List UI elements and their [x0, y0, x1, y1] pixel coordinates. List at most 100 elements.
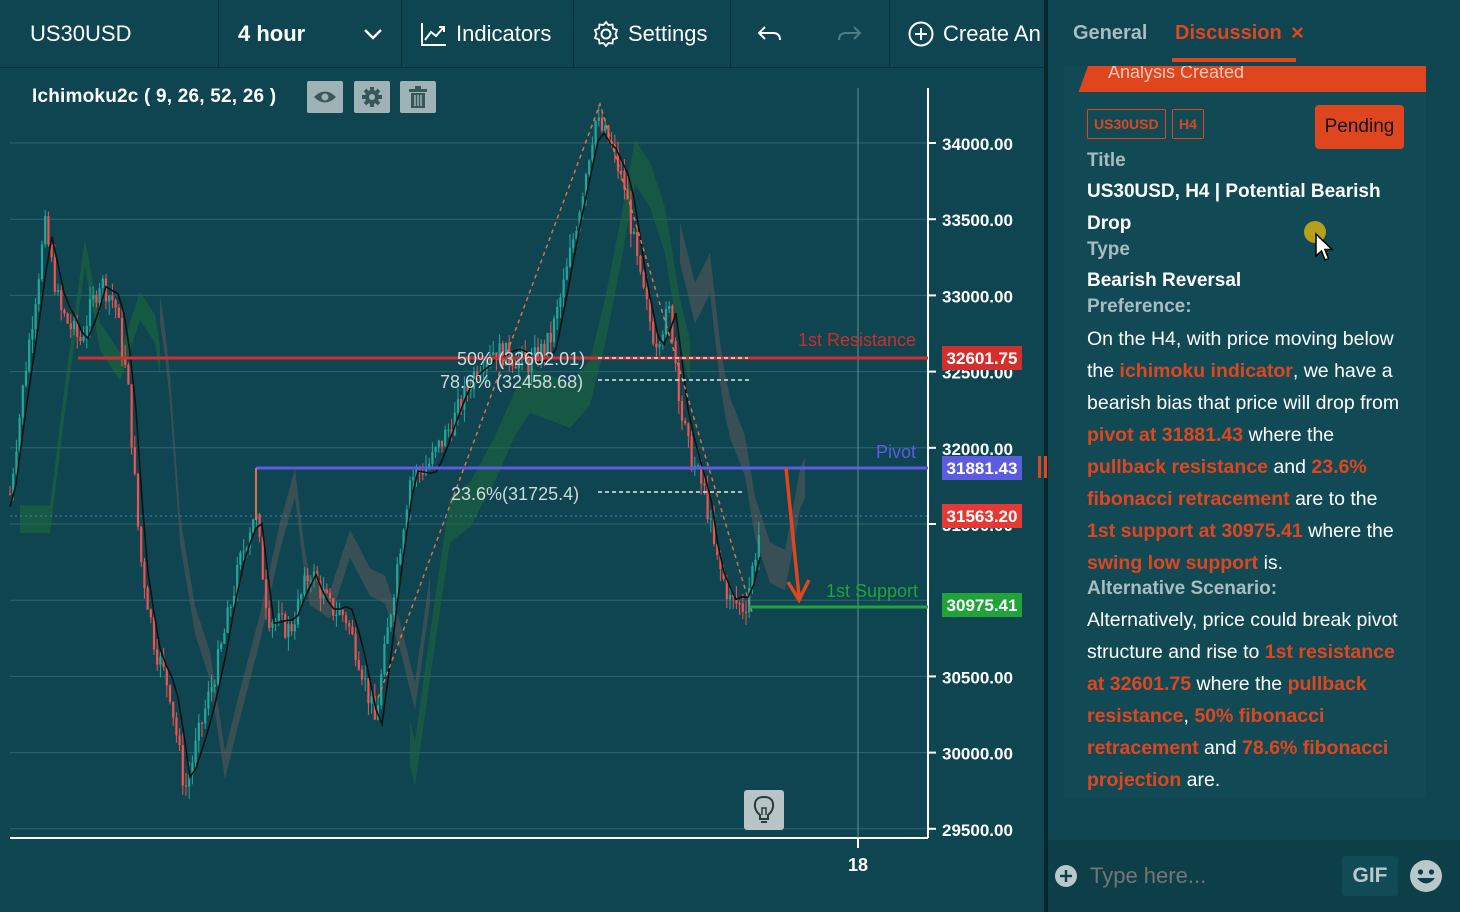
toggle-visibility-button[interactable]	[307, 81, 343, 113]
candle-body	[143, 562, 146, 588]
symbol-selector[interactable]: US30USD	[0, 0, 219, 68]
cloud-segment	[410, 139, 690, 787]
candle-body	[156, 649, 159, 665]
candle-body	[709, 518, 712, 520]
candle-body	[658, 343, 661, 348]
candle-body	[204, 708, 207, 724]
candle-body	[447, 429, 450, 431]
candle-body	[114, 300, 117, 308]
tab-general[interactable]: General	[1073, 22, 1147, 45]
candle-body	[456, 399, 460, 413]
symbol-label: US30USD	[30, 21, 132, 46]
candle-body	[184, 785, 188, 787]
redo-button[interactable]	[809, 0, 890, 68]
timeframe-label: 4 hour	[238, 21, 306, 46]
candle-body	[357, 659, 360, 670]
app-root: US30USD 4 hour Indicators Settings Creat…	[0, 0, 1460, 912]
candle-body	[229, 606, 232, 609]
candle-body	[284, 614, 287, 638]
gear-icon	[593, 20, 619, 48]
candle-body	[668, 305, 671, 309]
panel-tabs: General Discussion ×	[1048, 0, 1460, 66]
highlight-span: swing low support	[1087, 552, 1259, 574]
candle-body	[552, 318, 556, 343]
indicator-settings-button[interactable]	[354, 81, 390, 113]
status-badge[interactable]: Pending	[1315, 105, 1404, 149]
candle-body	[47, 216, 50, 245]
candle-body	[600, 117, 604, 131]
chart-canvas[interactable]: 34000.0033500.0033000.0032500.0032000.00…	[0, 68, 1044, 912]
settings-label: Settings	[628, 21, 708, 46]
redo-icon	[838, 26, 862, 41]
indicators-label: Indicators	[456, 21, 552, 46]
candle-body	[101, 278, 104, 289]
candle-body	[220, 643, 223, 650]
title-label: Title	[1087, 150, 1126, 171]
candle-body	[383, 643, 386, 675]
candle-body	[8, 493, 12, 495]
resistance-price-text: 32601.75	[947, 349, 1018, 368]
candle-body	[674, 341, 677, 363]
candle-body	[386, 627, 389, 644]
candle-body	[271, 622, 274, 628]
candle-body	[389, 615, 392, 628]
candle-body	[44, 216, 47, 245]
candle-body	[60, 290, 63, 310]
tab-discussion[interactable]: Discussion	[1175, 22, 1282, 45]
text-span: are to the	[1289, 488, 1378, 510]
candle-body	[556, 306, 559, 319]
type-label: Type	[1087, 239, 1130, 260]
candle-body	[287, 624, 290, 638]
idea-button[interactable]	[744, 790, 784, 830]
candle-body	[328, 592, 332, 599]
candle-body	[680, 400, 684, 421]
emoji-icon[interactable]	[1409, 859, 1443, 893]
gif-button[interactable]: GIF	[1342, 856, 1398, 896]
candle-body	[303, 575, 306, 595]
candle-body	[412, 476, 415, 481]
candle-body	[28, 339, 31, 371]
candle-body	[216, 649, 220, 685]
candle-body	[690, 436, 693, 471]
support-label: 1st Support	[826, 581, 918, 601]
alternative-label: Alternative Scenario:	[1087, 578, 1278, 599]
highlight-span: 1st support at 30975.41	[1087, 520, 1303, 542]
candle-body	[325, 589, 328, 593]
settings-button[interactable]: Settings	[574, 0, 731, 68]
undo-button[interactable]	[731, 0, 809, 68]
timeframe-dropdown[interactable]: 4 hour	[219, 0, 402, 68]
symbol-tag[interactable]: US30USD	[1087, 109, 1166, 139]
candle-body	[252, 519, 255, 533]
indicators-button[interactable]: Indicators	[402, 0, 574, 68]
delete-indicator-button[interactable]	[400, 81, 436, 113]
candle-body	[664, 308, 668, 335]
candle-body	[655, 343, 658, 348]
add-attachment-icon[interactable]	[1054, 864, 1078, 888]
candle-body	[66, 313, 69, 324]
message-input[interactable]	[1090, 860, 1330, 892]
candle-body	[95, 294, 98, 303]
candle-body	[200, 722, 204, 724]
close-tab-icon[interactable]: ×	[1291, 20, 1304, 46]
pivot-label: Pivot	[876, 442, 916, 462]
candle-body	[149, 609, 152, 618]
text-span: where the	[1191, 673, 1288, 695]
fib-236-label: 23.6%(31725.4)	[451, 484, 579, 504]
analysis-type: Bearish Reversal	[1087, 270, 1242, 291]
text-span: where the	[1243, 424, 1335, 446]
candle-body	[140, 526, 143, 563]
candle-body	[226, 607, 229, 633]
undo-icon	[757, 26, 781, 41]
timeframe-tag[interactable]: H4	[1172, 109, 1204, 139]
text-span: and	[1268, 456, 1312, 478]
candle-body	[168, 685, 172, 702]
candle-body	[703, 483, 706, 486]
candle-body	[24, 370, 28, 386]
trash-icon	[409, 86, 427, 108]
create-analysis-button[interactable]: Create An	[890, 0, 1044, 68]
chart-line-icon	[421, 23, 446, 46]
candle-body	[34, 304, 37, 330]
candle-body	[392, 597, 396, 616]
candle-body	[591, 144, 594, 161]
price-chart[interactable]: 34000.00 33500.00 33000.00 32500.00 32000.00…	[0, 68, 1044, 912]
